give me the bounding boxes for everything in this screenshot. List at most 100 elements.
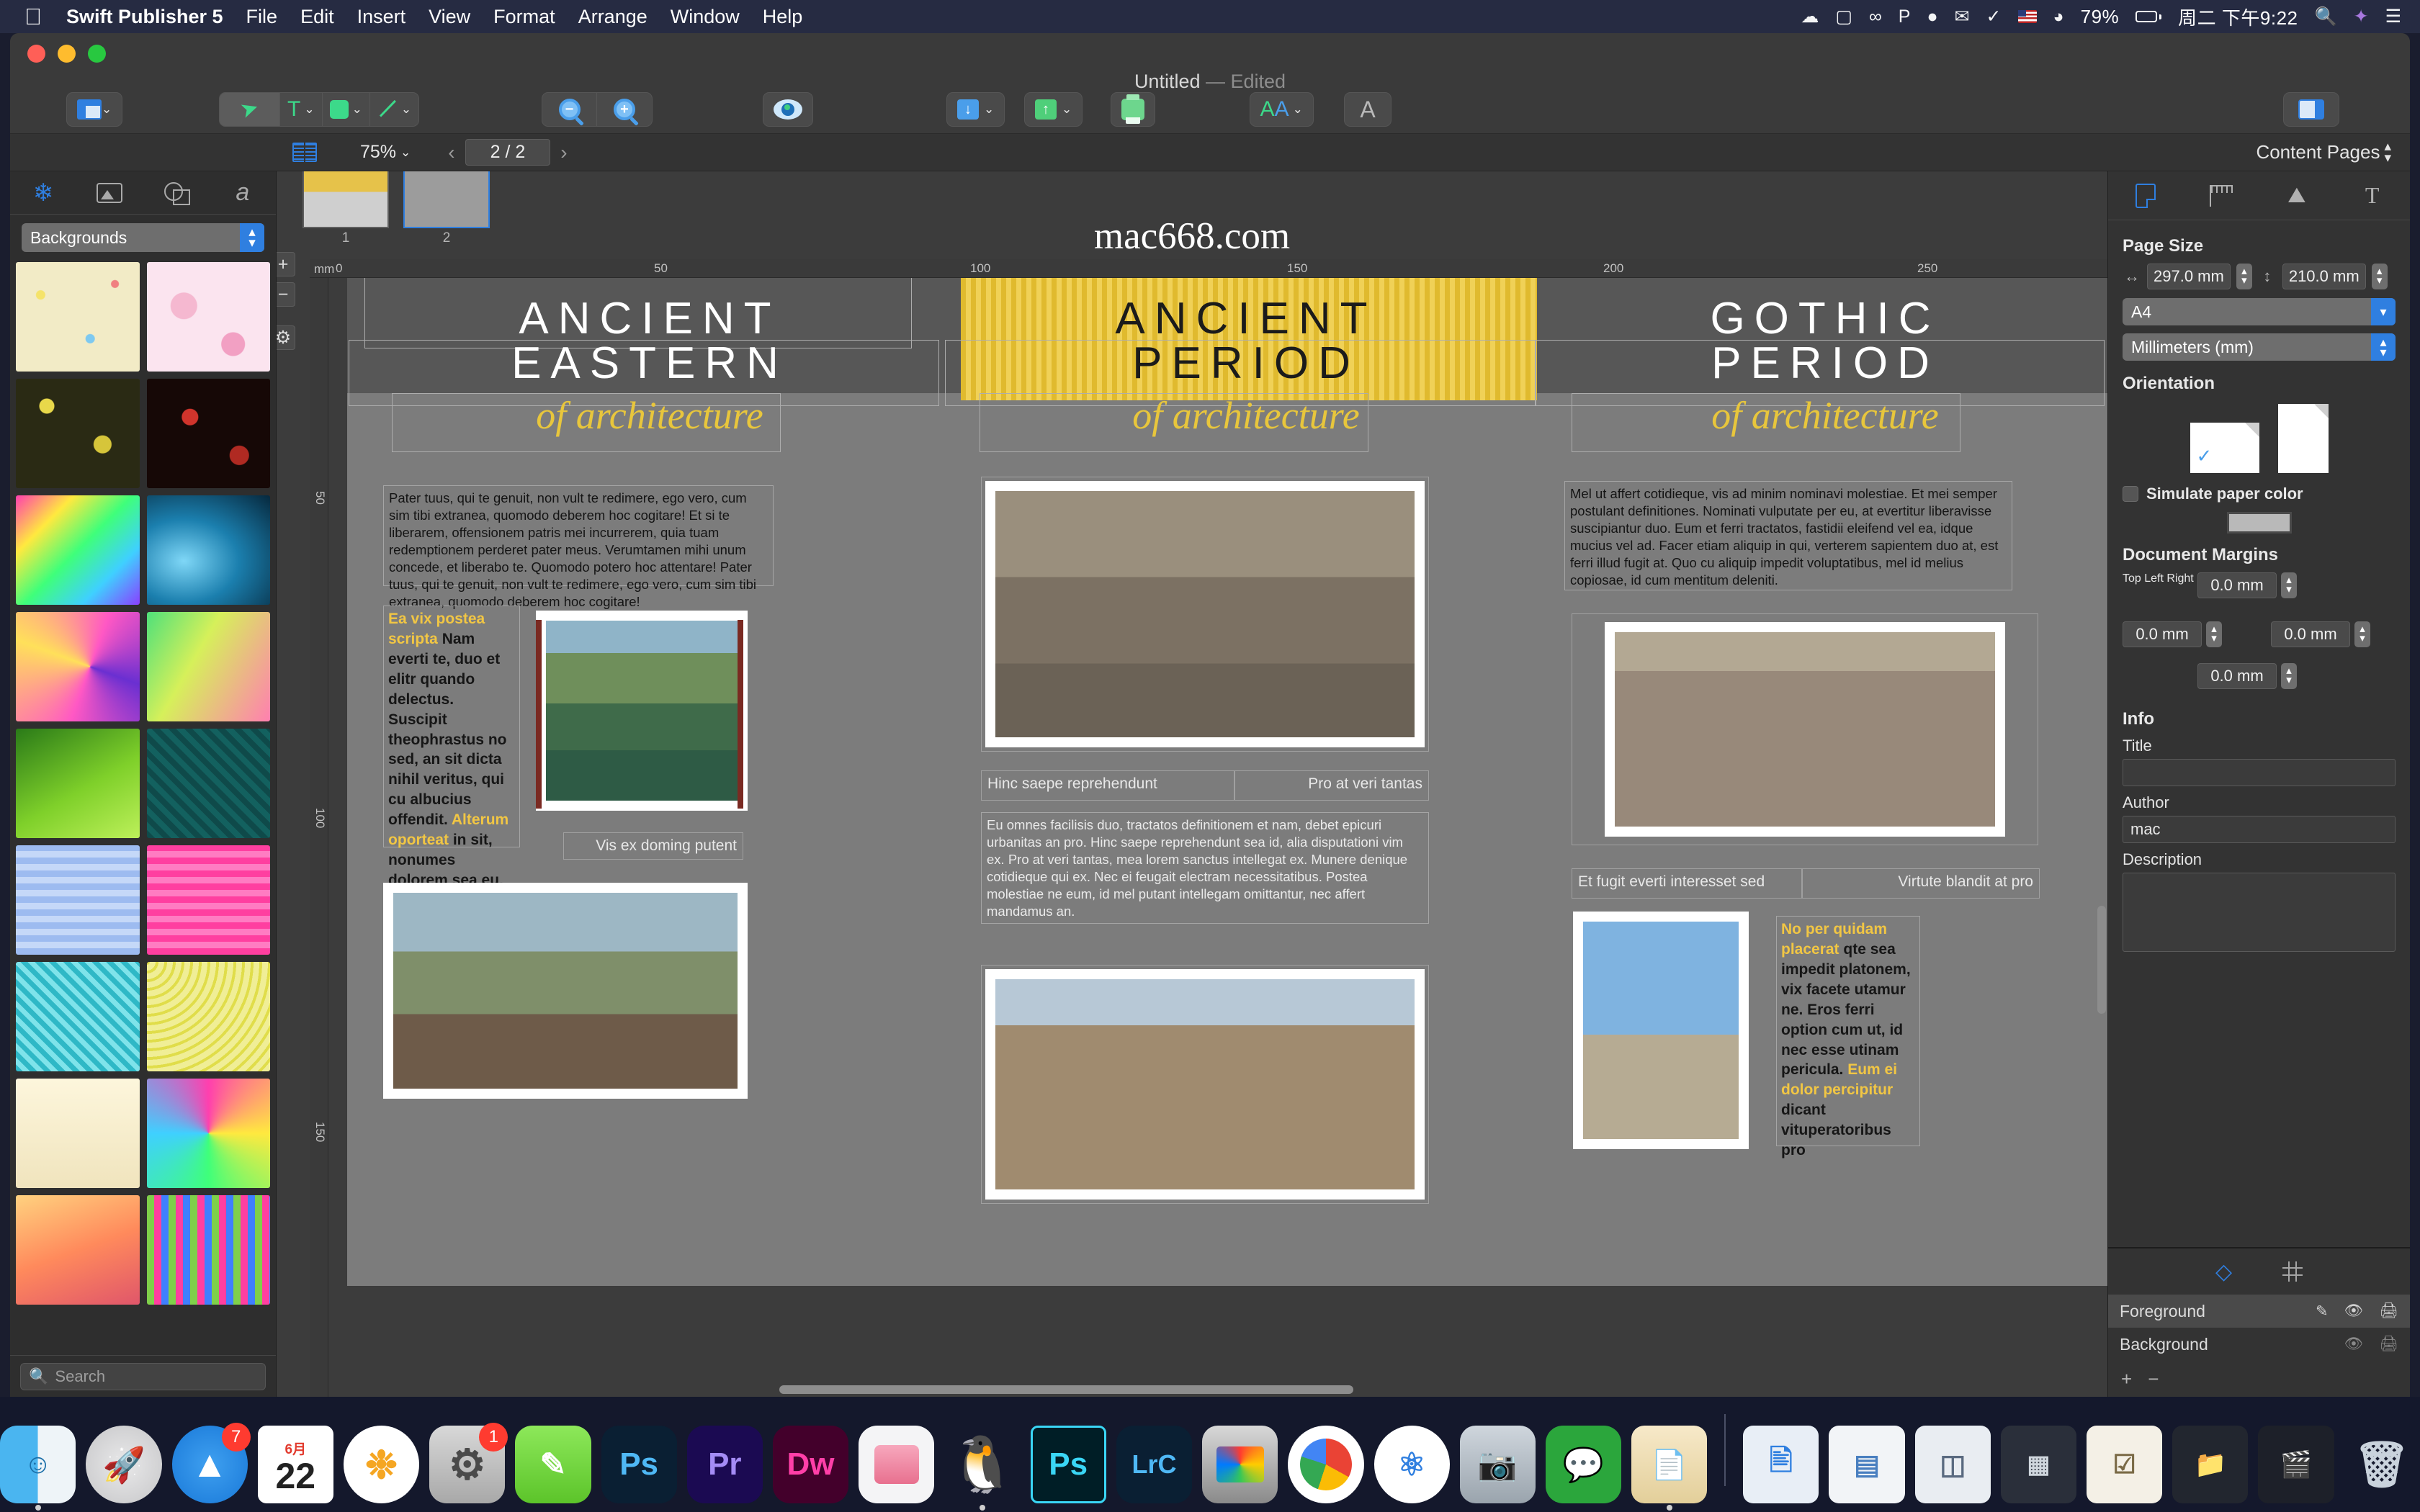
dock-item-photos[interactable]: ❉ <box>344 1426 419 1503</box>
menu-item-help[interactable]: Help <box>763 6 803 28</box>
canvas-zoom-out-button[interactable]: − <box>277 282 295 307</box>
bg-pink-cells[interactable] <box>147 262 271 372</box>
inspector-tab-text[interactable]: T <box>2351 180 2394 212</box>
next-page-button[interactable]: › <box>550 141 577 164</box>
shape-tool-button[interactable]: ⌄ <box>323 93 370 126</box>
bg-green-pink[interactable] <box>147 612 271 721</box>
dock-item-cleanmymac[interactable] <box>859 1426 934 1503</box>
print-icon[interactable]: 🖨 <box>2379 1336 2398 1353</box>
page-height-field[interactable]: 210.0 mm <box>2282 264 2366 289</box>
dock-recent-2[interactable]: ▤ <box>1829 1426 1904 1503</box>
dock-item-calendar[interactable]: 6月 22 <box>258 1426 333 1503</box>
dock-recent-4[interactable]: ▦ <box>2001 1426 2076 1503</box>
dock-item-final-cut-pro[interactable] <box>1202 1426 1278 1503</box>
zoom-level-value[interactable]: 75% <box>360 142 396 163</box>
column-gothic-period[interactable]: GOTHIC PERIOD of architecture <box>1537 278 2107 438</box>
zoom-in-button[interactable]: + <box>597 93 652 126</box>
inspector-tab-layout[interactable] <box>2200 180 2243 212</box>
inspector-tab-document[interactable] <box>2124 180 2167 212</box>
column-ancient-eastern[interactable]: ANCIENT EASTERN of architecture <box>362 278 938 438</box>
bg-paper-note[interactable] <box>16 1079 140 1188</box>
bg-sunset-grad[interactable] <box>16 1195 140 1305</box>
body-text-middle[interactable]: Eu omnes facilisis duo, tractatos defini… <box>981 812 1429 924</box>
bg-vertical-stripes[interactable] <box>147 1195 271 1305</box>
layers-icon[interactable]: ◇ <box>2215 1259 2232 1284</box>
menu-item-view[interactable]: View <box>429 6 470 28</box>
dock-item-system-preferences[interactable]: ⚙ 1 <box>429 1426 505 1503</box>
caption-pro-at-veri[interactable]: Pro at veri tantas <box>1234 770 1429 801</box>
margin-bottom-stepper[interactable]: ▴▾ <box>2281 663 2297 689</box>
droplet-icon[interactable]: ● <box>1927 6 1937 27</box>
dock-item-chrome[interactable] <box>1288 1426 1363 1503</box>
page-indicator[interactable]: 2 / 2 <box>465 139 551 166</box>
mail-icon[interactable]: ✉ <box>1955 6 1970 27</box>
vertical-ruler[interactable]: 50 100 150 <box>310 278 328 1397</box>
content-pages-selector[interactable]: Content Pages ▴▾ <box>2256 141 2391 163</box>
siri-icon[interactable]: ✦ <box>2354 6 2369 27</box>
caption-vis-ex-doming[interactable]: Vis ex doming putent <box>563 832 743 860</box>
sidebar-tab-backgrounds[interactable]: ❄ <box>24 178 63 208</box>
body-text-right[interactable]: Mel ut affert cotidieque, vis ad minim n… <box>1564 481 2012 590</box>
dock-item-app-store[interactable]: ▲ 7 <box>172 1426 248 1503</box>
dock-recent-5[interactable]: ☑ <box>2087 1426 2162 1503</box>
caption-hinc-saepe[interactable]: Hinc saepe reprehendunt <box>981 770 1234 801</box>
page-width-stepper[interactable]: ▴▾ <box>2236 264 2252 289</box>
menu-item-edit[interactable]: Edit <box>300 6 334 28</box>
spread-view-icon[interactable] <box>292 143 317 162</box>
menu-item-window[interactable]: Window <box>671 6 740 28</box>
us-flag-icon[interactable] <box>2018 10 2037 23</box>
select-tool-button[interactable]: ➤ <box>220 93 280 126</box>
canvas-settings-button[interactable]: ⚙ <box>277 325 295 350</box>
menu-app-name[interactable]: Swift Publisher 5 <box>66 6 223 28</box>
margin-top-stepper[interactable]: ▴▾ <box>2281 572 2297 598</box>
photo-chinese-garden[interactable] <box>536 611 748 811</box>
description-field[interactable] <box>2123 873 2396 952</box>
layer-row-background[interactable]: Background 👁 🖨 <box>2108 1328 2410 1361</box>
simulate-paper-color-checkbox[interactable] <box>2123 486 2138 502</box>
glasses-icon[interactable]: ∞ <box>1869 6 1882 27</box>
page-width-field[interactable]: 297.0 mm <box>2147 264 2231 289</box>
dock-item-photoshop-2021[interactable]: Ps <box>1031 1426 1106 1503</box>
bg-rainbow-mesh[interactable] <box>16 495 140 605</box>
pencil-icon[interactable]: ✎ <box>2316 1302 2329 1320</box>
menu-item-format[interactable]: Format <box>493 6 555 28</box>
vertical-scrollbar[interactable] <box>2097 906 2106 1014</box>
add-layer-button[interactable]: + <box>2121 1368 2132 1390</box>
canvas-area[interactable]: 1 2 + − ⚙ mac668.com mm 0 50 100 150 <box>277 171 2107 1397</box>
author-field[interactable]: mac <box>2123 816 2396 843</box>
dock-item-notes[interactable]: ✎ <box>515 1426 591 1503</box>
bg-yellow-dot-grid[interactable] <box>147 962 271 1071</box>
dock-item-screenshot-tool[interactable]: 📷 <box>1460 1426 1536 1503</box>
dock-item-finder[interactable]: ☺ <box>0 1426 76 1503</box>
bold-text-right[interactable]: No per quidam placerat qte sea impedit p… <box>1776 916 1920 1146</box>
backgrounds-grid[interactable] <box>10 259 276 1355</box>
margin-left-field[interactable]: 0.0 mm <box>2123 621 2202 647</box>
margin-right-field[interactable]: 0.0 mm <box>2271 621 2350 647</box>
bg-magenta-burst[interactable] <box>16 612 140 721</box>
title-field[interactable] <box>2123 759 2396 786</box>
inspector-toggle-button[interactable] <box>2283 92 2339 127</box>
shield-check-icon[interactable]: ✓ <box>1986 6 2002 27</box>
photo-pagoda[interactable] <box>383 883 748 1099</box>
insert-button[interactable]: ⌄ <box>946 92 1005 127</box>
bg-pink-puzzle[interactable] <box>147 845 271 955</box>
bg-blue-puzzle[interactable] <box>16 845 140 955</box>
sidebar-tab-textart[interactable]: a <box>223 178 262 208</box>
caption-virtute-blandit[interactable]: Virtute blandit at pro <box>1802 868 2040 899</box>
grid-icon[interactable] <box>2282 1261 2303 1282</box>
remove-layer-button[interactable]: − <box>2148 1368 2159 1390</box>
bg-red-dots[interactable] <box>147 379 271 488</box>
eye-icon[interactable]: 👁 <box>2344 1336 2364 1353</box>
horizontal-ruler[interactable]: mm 0 50 100 150 200 250 <box>310 259 2107 278</box>
bg-spiral[interactable] <box>147 1079 271 1188</box>
dock-item-dreamweaver[interactable]: Dw <box>773 1426 848 1503</box>
dock-item-trash[interactable]: 🗑 <box>2344 1426 2420 1503</box>
close-button[interactable] <box>27 45 45 63</box>
bold-text-left[interactable]: Ea vix postea scripta Nam everti te, duo… <box>383 606 520 847</box>
bg-confetti[interactable] <box>16 262 140 372</box>
dock-item-premiere-pro[interactable]: Pr <box>687 1426 763 1503</box>
sidebar-tab-images[interactable] <box>90 178 129 208</box>
share-button[interactable]: ⌄ <box>1024 92 1083 127</box>
battery-icon[interactable] <box>2136 11 2161 22</box>
inspector-tab-style[interactable]: ⛰ <box>2275 180 2318 212</box>
